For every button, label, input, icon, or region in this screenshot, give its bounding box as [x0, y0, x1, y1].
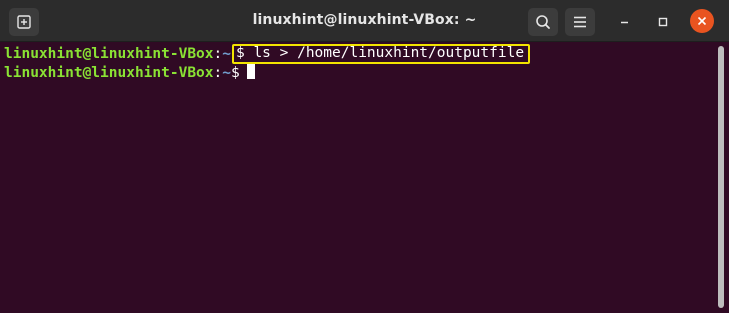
prompt-user-host: linuxhint@linuxhint-VBox — [4, 46, 214, 62]
terminal-output-area[interactable]: linuxhint@linuxhint-VBox:~ $ ls > /home/l… — [0, 42, 729, 313]
maximize-icon — [658, 17, 668, 27]
minimize-icon — [621, 21, 628, 24]
prompt-symbol: $ — [230, 65, 240, 81]
highlighted-command-box: $ ls > /home/linuxhint/outputfile — [231, 44, 531, 64]
scrollbar[interactable] — [718, 46, 724, 308]
close-icon — [697, 16, 707, 26]
title-bar: linuxhint@linuxhint-VBox: ~ — [0, 0, 729, 42]
terminal-line: linuxhint@linuxhint-VBox:~ $ ls > /home/l… — [4, 44, 531, 64]
hamburger-menu-icon — [574, 16, 586, 28]
search-icon — [536, 15, 550, 29]
prompt-path: ~ — [222, 46, 231, 62]
prompt-user-host: linuxhint@linuxhint-VBox — [4, 65, 214, 81]
minimize-button[interactable] — [611, 8, 639, 36]
close-button[interactable] — [690, 9, 714, 33]
terminal-line: linuxhint@linuxhint-VBox:~$ — [4, 64, 255, 82]
prompt-colon: : — [213, 65, 223, 81]
prompt-colon: : — [213, 46, 223, 62]
text-cursor — [246, 64, 255, 79]
maximize-button[interactable] — [649, 8, 677, 36]
search-button[interactable] — [528, 8, 558, 36]
menu-button[interactable] — [565, 8, 595, 36]
command-text: $ ls > /home/linuxhint/outputfile — [235, 45, 525, 61]
prompt-path: ~ — [222, 65, 231, 81]
terminal-window: linuxhint@linuxhint-VBox: ~ linuxhint@li… — [0, 0, 729, 313]
